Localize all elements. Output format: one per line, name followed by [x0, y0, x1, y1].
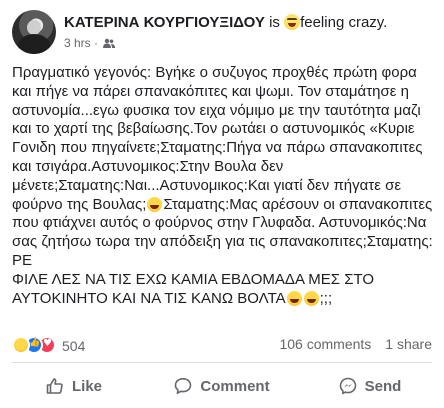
comments-count[interactable]: 106 comments [279, 336, 371, 352]
laughing-tears-icon [286, 290, 302, 306]
divider [12, 362, 432, 363]
send-button[interactable]: Send [296, 366, 444, 406]
author-line: ΚΑΤΕΡΙΝΑ ΚΟΥΡΓΙΟΥΞΙΔΟΥ is feeling crazy. [64, 14, 387, 31]
like-button[interactable]: Like [0, 366, 148, 406]
post-text-caps: ΦΙΛΕ ΛΕΣ ΝΑ ΤΙΣ ΕΧΩ ΚΑΜΙΑ ΕΒΔΟΜΑΔΑ ΜΕΣ Σ… [12, 271, 436, 309]
post-stats: 504 106 comments 1 share [12, 334, 432, 354]
like-label: Like [71, 377, 102, 395]
comment-label: Comment [200, 377, 270, 395]
avatar-face [27, 20, 41, 35]
thumbs-up-icon [46, 378, 63, 394]
messenger-icon [339, 377, 356, 395]
engagement-counts: 106 comments 1 share [279, 336, 432, 352]
action-bar: Like Comment Send [0, 366, 444, 406]
send-label: Send [364, 377, 402, 395]
post-body: Πραγματικό γεγονός: Βγήκε ο συζυγος προχ… [12, 64, 436, 308]
is-word: is [269, 14, 280, 31]
comment-button[interactable]: Comment [148, 366, 296, 406]
meta-separator: · [94, 36, 99, 50]
post-time[interactable]: 3 hrs [64, 36, 91, 50]
comment-icon [175, 378, 192, 394]
laughing-tears-icon [303, 290, 319, 306]
avatar-shoulders [18, 34, 50, 54]
post-meta: 3 hrs · [64, 36, 116, 50]
grinning-face-icon [147, 196, 163, 212]
post-header: ΚΑΤΕΡΙΝΑ ΚΟΥΡΓΙΟΥΞΙΔΟΥ is feeling crazy.… [12, 10, 432, 54]
crazy-face-icon [284, 14, 301, 30]
post-text-part1: Πραγματικό γεγονός: Βγήκε ο συζυγος προχ… [12, 64, 423, 213]
shares-count[interactable]: 1 share [385, 336, 432, 352]
reactions-count[interactable]: 504 [62, 338, 85, 354]
friends-icon[interactable] [103, 38, 116, 48]
post-text-end: ;;; [319, 289, 333, 307]
post-text-paragraph: Πραγματικό γεγονός: Βγήκε ο συζυγος προχ… [12, 64, 436, 271]
author-name[interactable]: ΚΑΤΕΡΙΝΑ ΚΟΥΡΓΙΟΥΞΙΔΟΥ [64, 14, 265, 31]
haha-icon [12, 336, 30, 354]
avatar[interactable] [12, 10, 56, 54]
feeling-text[interactable]: feeling crazy. [300, 14, 387, 31]
post-card: ΚΑΤΕΡΙΝΑ ΚΟΥΡΓΙΟΥΞΙΔΟΥ is feeling crazy.… [0, 0, 444, 408]
